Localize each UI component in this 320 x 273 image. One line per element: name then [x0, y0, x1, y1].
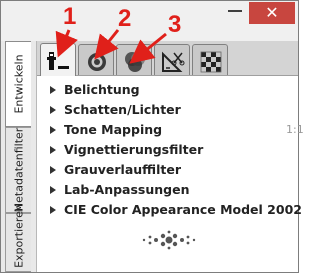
callout-number: 1 — [63, 3, 77, 30]
tab-detail[interactable] — [78, 44, 114, 75]
tool-tone-mapping[interactable]: Tone Mapping 1:1 — [37, 120, 304, 140]
editor-window: ✕ Entwickeln Metadatenfilter Exportieren — [0, 0, 304, 273]
tab-metadatenfilter[interactable]: Metadatenfilter — [5, 127, 31, 213]
tab-exportieren[interactable]: Exportieren — [5, 204, 31, 272]
tab-label: Entwickeln — [12, 54, 25, 114]
tool-tab-bar — [37, 41, 298, 76]
exposure-icon — [47, 52, 69, 70]
tool-lab-anpassungen[interactable]: Lab-Anpassungen — [37, 180, 298, 200]
tool-label: Belichtung — [64, 82, 140, 97]
tool-panel: Belichtung Schatten/Lichter Tone Mapping… — [37, 76, 304, 272]
tab-exposure[interactable] — [40, 43, 76, 76]
tool-belichtung[interactable]: Belichtung — [37, 80, 298, 100]
expand-arrow-icon[interactable] — [50, 126, 56, 134]
sidebar: Entwickeln Metadatenfilter Exportieren — [1, 41, 37, 272]
minimize-button[interactable] — [228, 10, 242, 12]
expand-arrow-icon[interactable] — [50, 86, 56, 94]
tab-raw[interactable] — [192, 44, 228, 75]
callout-number: 2 — [118, 5, 132, 32]
tool-label: Vignettierungsfilter — [64, 142, 204, 157]
tab-transform[interactable] — [154, 44, 190, 75]
tool-label: Tone Mapping — [64, 122, 163, 137]
raw-icon — [200, 51, 222, 73]
tool-label: Grauverlauffilter — [64, 162, 182, 177]
tool-cie-color-appearance[interactable]: CIE Color Appearance Model 2002 — [37, 200, 302, 220]
tool-grauverlauffilter[interactable]: Grauverlauffilter — [37, 160, 298, 180]
title-bar: ✕ — [1, 1, 298, 31]
ornament-icon — [142, 230, 196, 250]
scale-note: 1:1 — [286, 123, 304, 136]
tool-schatten-lichter[interactable]: Schatten/Lichter — [37, 100, 298, 120]
close-button[interactable]: ✕ — [249, 2, 295, 24]
callout-number: 3 — [168, 11, 182, 38]
expand-arrow-icon[interactable] — [50, 166, 56, 174]
expand-arrow-icon[interactable] — [50, 106, 56, 114]
tab-label: Metadatenfilter — [12, 127, 25, 213]
tool-label: Lab-Anpassungen — [64, 182, 190, 197]
tab-label: Exportieren — [12, 203, 25, 268]
color-icon — [125, 52, 145, 72]
expand-arrow-icon[interactable] — [50, 206, 56, 214]
expand-arrow-icon[interactable] — [50, 186, 56, 194]
transform-icon — [162, 51, 185, 72]
tool-vignettierungsfilter[interactable]: Vignettierungsfilter — [37, 140, 298, 160]
detail-icon — [88, 53, 106, 71]
tool-label: CIE Color Appearance Model 2002 — [64, 202, 302, 217]
tab-color[interactable] — [116, 44, 152, 75]
tab-entwickeln[interactable]: Entwickeln — [5, 41, 31, 127]
expand-arrow-icon[interactable] — [50, 146, 56, 154]
tool-label: Schatten/Lichter — [64, 102, 181, 117]
